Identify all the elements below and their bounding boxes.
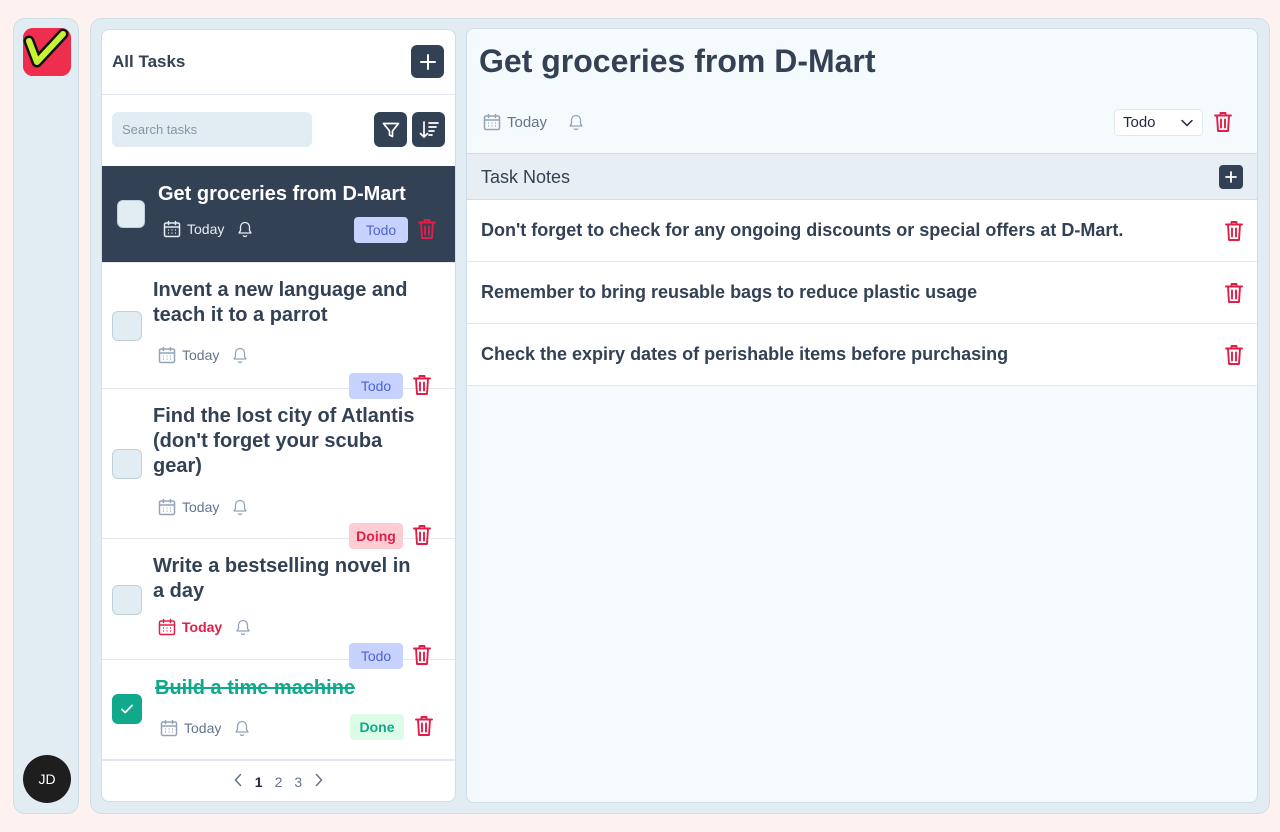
task-due-date: Today [182,619,223,635]
task-checkbox[interactable] [112,449,142,479]
next-page-button[interactable] [314,773,324,790]
task-checkbox[interactable] [112,311,142,341]
plus-icon [419,53,436,70]
trash-icon [1225,283,1243,303]
trash-icon [415,716,433,736]
sort-icon [419,120,439,138]
chevron-right-icon [315,773,323,787]
task-due-date: Today [187,221,225,237]
user-avatar[interactable]: JD [23,755,71,803]
reminder-bell-button[interactable] [236,220,254,238]
check-icon [121,704,133,714]
pagination: 1 2 3 [102,760,455,801]
task-list-header: All Tasks [102,30,455,95]
note-text: Remember to bring reusable bags to reduc… [481,282,978,302]
task-item[interactable]: Invent a new language and teach it to a … [102,263,455,399]
task-notes-title: Task Notes [481,167,571,187]
filter-icon [382,122,399,137]
bell-icon [233,347,248,364]
note-text: Check the expiry dates of perishable ite… [481,344,1009,364]
page-link-3[interactable]: 3 [294,774,302,790]
detail-title: Get groceries from D-Mart [479,43,876,79]
task-item[interactable]: Get groceries from D-Mart Today Todo [102,166,455,263]
status-select-value: Todo [1123,114,1156,131]
search-input[interactable] [112,112,312,147]
trash-icon [1225,221,1243,241]
delete-task-button[interactable] [413,714,435,738]
task-checkbox[interactable] [112,585,142,615]
check-logo-icon [23,28,71,76]
plus-icon [1225,171,1237,183]
chevron-left-icon [234,773,242,787]
task-due-date: Today [184,720,222,736]
chevron-down-icon [1181,119,1193,127]
task-meta: Today [157,497,249,517]
task-detail-panel: Get groceries from D-Mart Today Todo Tas… [466,28,1258,803]
note-item: Don't forget to check for any ongoing di… [467,200,1257,262]
task-meta: Today [157,617,252,637]
calendar-icon [158,346,176,364]
reminder-bell-button[interactable] [233,719,251,737]
task-item[interactable]: Find the lost city of Atlantis (don't fo… [102,389,455,549]
task-meta: Today [159,718,251,738]
delete-note-button[interactable] [1223,343,1245,367]
status-select[interactable]: Todo [1114,109,1203,136]
task-meta: Today [157,345,249,365]
task-list-title: All Tasks [112,52,186,71]
bell-icon [235,720,250,737]
trash-icon [1214,112,1232,132]
calendar-icon [160,719,178,737]
task-notes-header: Task Notes [467,153,1257,200]
detail-meta: Today [482,112,585,132]
delete-note-button[interactable] [1223,281,1245,305]
note-item: Check the expiry dates of perishable ite… [467,324,1257,386]
task-due-date: Today [182,347,220,363]
task-item[interactable]: Write a bestselling novel in a day Today… [102,539,455,669]
bell-icon [569,114,583,131]
reminder-bell-button[interactable] [234,618,252,636]
page-link-1[interactable]: 1 [255,774,263,790]
due-date-picker[interactable]: Today [482,112,547,132]
trash-icon [418,219,436,239]
calendar-icon [483,113,501,131]
task-title: Get groceries from D-Mart [158,183,406,205]
filter-button[interactable] [374,112,407,147]
bell-icon [238,221,253,238]
reminder-bell-button[interactable] [231,498,249,516]
add-task-button[interactable] [411,45,444,78]
task-title: Write a bestselling novel in a day [153,555,411,602]
detail-due-date: Today [507,113,548,131]
task-checkbox[interactable] [117,200,145,228]
task-title: Invent a new language and teach it to a … [153,279,408,326]
task-due-date: Today [182,499,220,515]
bell-icon [236,619,250,636]
app-logo[interactable] [23,28,71,76]
prev-page-button[interactable] [233,773,243,790]
reminder-bell-button[interactable] [231,346,249,364]
task-item[interactable]: Build a time machine Today Done [102,660,455,760]
task-checkbox-checked[interactable] [112,694,142,724]
calendar-icon [158,618,176,636]
status-badge: Done [350,714,404,740]
add-note-button[interactable] [1219,165,1243,189]
task-title: Build a time machine [155,677,356,699]
app-rail: JD [13,18,79,814]
bell-icon [233,499,248,516]
note-text: Don't forget to check for any ongoing di… [481,220,1124,240]
task-title: Find the lost city of Atlantis (don't fo… [153,405,415,477]
status-badge: Todo [354,217,408,243]
sort-button[interactable] [412,112,445,147]
note-item: Remember to bring reusable bags to reduc… [467,262,1257,324]
page-link-2[interactable]: 2 [275,774,283,790]
calendar-icon [163,220,181,238]
reminder-bell-button[interactable] [567,113,585,131]
delete-task-button[interactable] [1212,110,1234,134]
delete-task-button[interactable] [416,217,438,241]
calendar-icon [158,498,176,516]
task-meta: Today [162,219,254,239]
trash-icon [1225,345,1243,365]
task-list-panel: All Tasks Get groceries from D-Mart Toda… [101,29,456,802]
delete-note-button[interactable] [1223,219,1245,243]
